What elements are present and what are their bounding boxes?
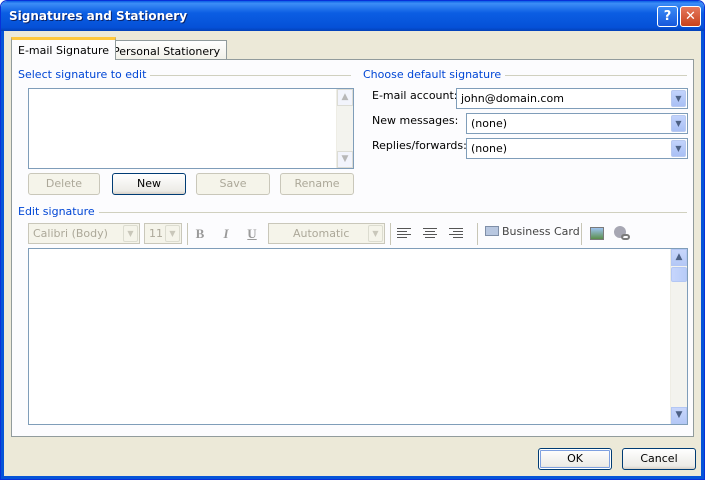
save-button[interactable]: Save bbox=[196, 173, 270, 195]
default-signature-label: Choose default signature bbox=[363, 68, 506, 81]
window-frame-bottom bbox=[1, 476, 704, 479]
signatures-dialog: Signatures and Stationery ? ✕ E-mail Sig… bbox=[0, 0, 705, 480]
cancel-button[interactable]: Cancel bbox=[622, 448, 696, 470]
toolbar-separator bbox=[187, 223, 188, 245]
align-center-icon[interactable] bbox=[423, 228, 437, 240]
replies-forwards-label: Replies/forwards: bbox=[372, 139, 467, 152]
business-card-icon bbox=[485, 226, 499, 236]
chevron-down-icon[interactable]: ▼ bbox=[368, 225, 383, 242]
font-color-value: Automatic bbox=[293, 227, 350, 240]
title-bar[interactable]: Signatures and Stationery ? ✕ bbox=[1, 1, 704, 31]
scroll-down-icon[interactable]: ▼ bbox=[337, 151, 353, 168]
new-messages-value: (none) bbox=[471, 117, 508, 130]
window-frame-right bbox=[701, 31, 704, 479]
close-button[interactable]: ✕ bbox=[680, 6, 701, 27]
window-frame-left bbox=[1, 31, 4, 479]
font-color-select[interactable]: Automatic ▼ bbox=[268, 223, 385, 244]
new-messages-label: New messages: bbox=[372, 114, 459, 127]
delete-button[interactable]: Delete bbox=[28, 173, 100, 195]
editor-scrollbar[interactable]: ▲ ▼ bbox=[670, 249, 687, 424]
toolbar-separator bbox=[581, 223, 582, 245]
scroll-up-icon[interactable]: ▲ bbox=[337, 89, 353, 106]
font-size-value: 11 bbox=[149, 227, 163, 240]
chevron-down-icon[interactable]: ▼ bbox=[671, 140, 686, 157]
chevron-down-icon[interactable]: ▼ bbox=[671, 90, 686, 107]
email-account-label: E-mail account: bbox=[372, 89, 458, 102]
window-title: Signatures and Stationery bbox=[9, 9, 188, 23]
help-button[interactable]: ? bbox=[657, 6, 678, 27]
signature-list[interactable]: ▲ ▼ bbox=[28, 88, 354, 169]
email-account-value: john@domain.com bbox=[461, 92, 564, 105]
new-button[interactable]: New bbox=[112, 173, 186, 195]
scroll-up-icon[interactable]: ▲ bbox=[671, 249, 687, 266]
rename-button[interactable]: Rename bbox=[280, 173, 354, 195]
business-card-button[interactable]: Business Card bbox=[485, 225, 580, 238]
new-messages-select[interactable]: (none) ▼ bbox=[466, 113, 688, 134]
italic-button[interactable]: I bbox=[216, 224, 236, 244]
replies-forwards-value: (none) bbox=[471, 142, 508, 155]
tab-personal-stationery[interactable]: Personal Stationery bbox=[106, 40, 228, 61]
replies-forwards-select[interactable]: (none) ▼ bbox=[466, 138, 688, 159]
edit-signature-divider bbox=[89, 212, 687, 213]
toolbar-separator bbox=[477, 223, 478, 245]
underline-button[interactable]: U bbox=[242, 224, 262, 244]
signature-list-scrollbar[interactable]: ▲ ▼ bbox=[336, 89, 353, 168]
edit-signature-label: Edit signature bbox=[18, 205, 99, 218]
align-right-icon[interactable] bbox=[449, 228, 463, 240]
chevron-down-icon[interactable]: ▼ bbox=[123, 225, 138, 242]
align-left-icon[interactable] bbox=[397, 228, 411, 240]
insert-picture-icon[interactable] bbox=[590, 227, 604, 240]
font-value: Calibri (Body) bbox=[33, 227, 108, 240]
toolbar-separator bbox=[390, 223, 391, 245]
font-size-select[interactable]: 11 ▼ bbox=[144, 223, 182, 244]
ok-button[interactable]: OK bbox=[538, 448, 612, 470]
signature-editor[interactable]: ▲ ▼ bbox=[28, 248, 688, 425]
tab-email-signature[interactable]: E-mail Signature bbox=[11, 37, 117, 60]
default-signature-divider bbox=[489, 75, 687, 76]
font-select[interactable]: Calibri (Body) ▼ bbox=[28, 223, 140, 244]
email-account-select[interactable]: john@domain.com ▼ bbox=[456, 88, 688, 109]
insert-hyperlink-icon[interactable] bbox=[614, 226, 630, 242]
scroll-down-icon[interactable]: ▼ bbox=[671, 407, 687, 424]
select-signature-label: Select signature to edit bbox=[18, 68, 151, 81]
business-card-label: Business Card bbox=[502, 225, 580, 238]
chevron-down-icon[interactable]: ▼ bbox=[671, 115, 686, 132]
bold-button[interactable]: B bbox=[190, 224, 210, 244]
scroll-thumb[interactable] bbox=[671, 267, 687, 282]
chevron-down-icon[interactable]: ▼ bbox=[165, 225, 180, 242]
link-chain-icon bbox=[621, 234, 630, 240]
select-signature-divider bbox=[141, 75, 351, 76]
